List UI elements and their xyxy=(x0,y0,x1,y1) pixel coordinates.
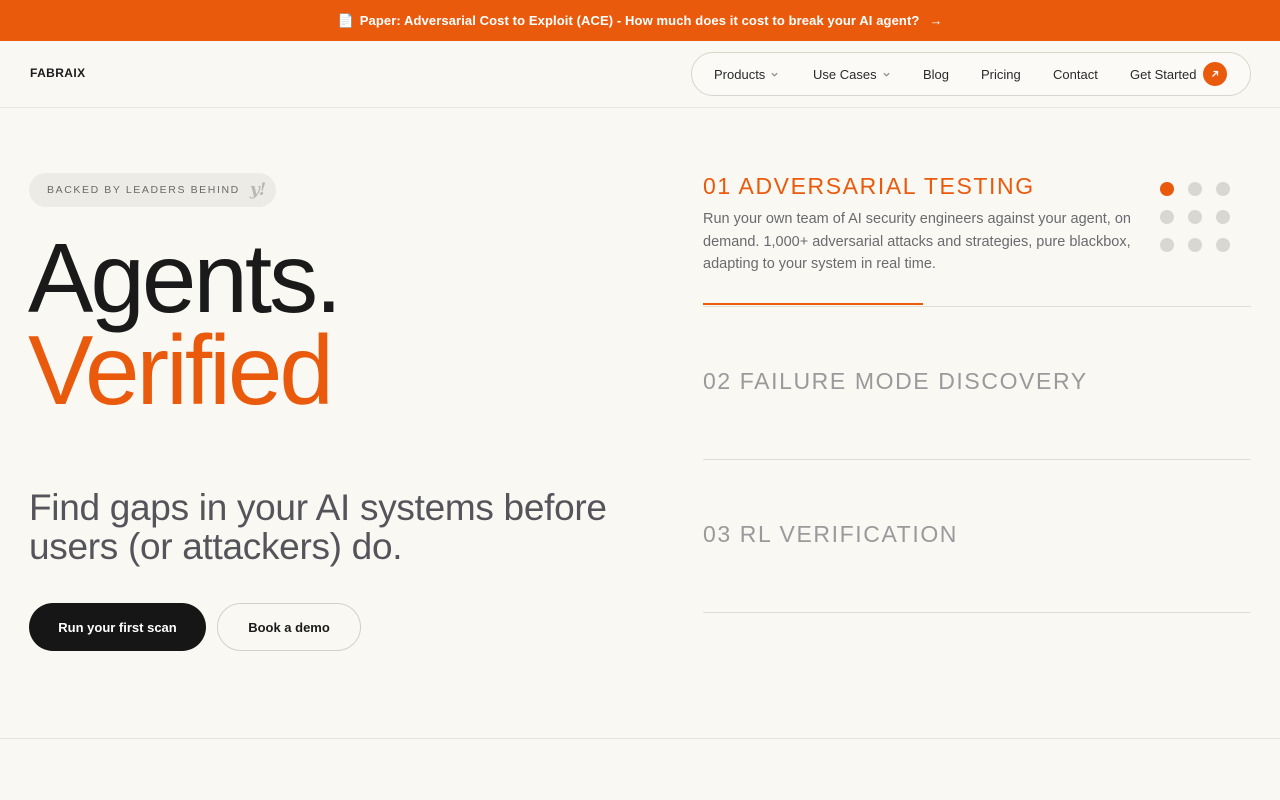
main-nav: Products Use Cases Blog Pricing Contact … xyxy=(691,52,1251,96)
section-divider xyxy=(0,738,1280,739)
grid-dot xyxy=(1160,182,1174,196)
nav-item-label: Products xyxy=(714,66,766,82)
investor-logo: y! xyxy=(249,180,266,200)
nav-item-label: Blog xyxy=(923,66,950,82)
run-first-scan-button[interactable]: Run your first scan xyxy=(29,603,206,651)
feature-divider xyxy=(703,612,1251,613)
feature-tab-adversarial-testing[interactable]: 01 ADVERSARIAL TESTING xyxy=(703,173,1035,200)
logo[interactable]: FABRAIX xyxy=(30,66,85,80)
grid-dot xyxy=(1188,182,1202,196)
backed-by-badge: BACKED BY LEADERS BEHIND y! xyxy=(29,173,276,207)
announcement-bar[interactable]: 📄 Paper: Adversarial Cost to Exploit (AC… xyxy=(0,0,1280,41)
chevron-down-icon xyxy=(771,72,778,77)
nav-item-products[interactable]: Products xyxy=(714,53,779,95)
hero-subheadline: Find gaps in your AI systems before user… xyxy=(29,487,607,567)
hero-headline: Agents. Verified xyxy=(28,223,342,425)
feature-description: Run your own team of AI security enginee… xyxy=(703,211,1131,272)
arrow-right-icon: → xyxy=(929,13,943,28)
document-icon: 📄 xyxy=(337,12,354,28)
feature-divider xyxy=(703,459,1251,460)
nav-item-use-cases[interactable]: Use Cases xyxy=(813,53,891,95)
feature-tab-failure-mode-discovery[interactable]: 02 FAILURE MODE DISCOVERY xyxy=(703,368,1088,395)
grid-dot xyxy=(1188,238,1202,252)
arrow-up-right-icon xyxy=(1203,62,1228,86)
site-header: FABRAIX Products Use Cases Blog Pricing … xyxy=(0,41,1280,108)
feature-divider xyxy=(703,306,1251,307)
book-demo-button[interactable]: Book a demo xyxy=(217,603,361,651)
grid-dot xyxy=(1216,182,1230,196)
feature-tab-rl-verification[interactable]: 03 RL VERIFICATION xyxy=(703,521,958,548)
nav-item-label: Get Started xyxy=(1130,66,1197,82)
nav-item-label: Pricing xyxy=(981,66,1021,82)
headline-line-1: Agents. xyxy=(28,223,342,333)
get-started-button[interactable]: Get Started xyxy=(1130,53,1228,95)
backed-by-label: BACKED BY LEADERS BEHIND xyxy=(47,184,240,196)
nav-item-label: Use Cases xyxy=(813,66,877,82)
dot-grid xyxy=(1160,182,1230,252)
feature-progress-bar xyxy=(703,303,923,305)
nav-item-contact[interactable]: Contact xyxy=(1053,53,1098,95)
grid-dot xyxy=(1160,210,1174,224)
nav-item-blog[interactable]: Blog xyxy=(923,53,949,95)
headline-line-2: Verified xyxy=(28,315,334,425)
nav-item-pricing[interactable]: Pricing xyxy=(981,53,1021,95)
grid-dot xyxy=(1188,210,1202,224)
nav-item-label: Contact xyxy=(1053,66,1098,82)
grid-dot xyxy=(1216,238,1230,252)
announcement-text: Paper: Adversarial Cost to Exploit (ACE)… xyxy=(359,13,920,28)
chevron-down-icon xyxy=(882,72,890,77)
grid-dot xyxy=(1216,210,1230,224)
grid-dot xyxy=(1160,238,1174,252)
